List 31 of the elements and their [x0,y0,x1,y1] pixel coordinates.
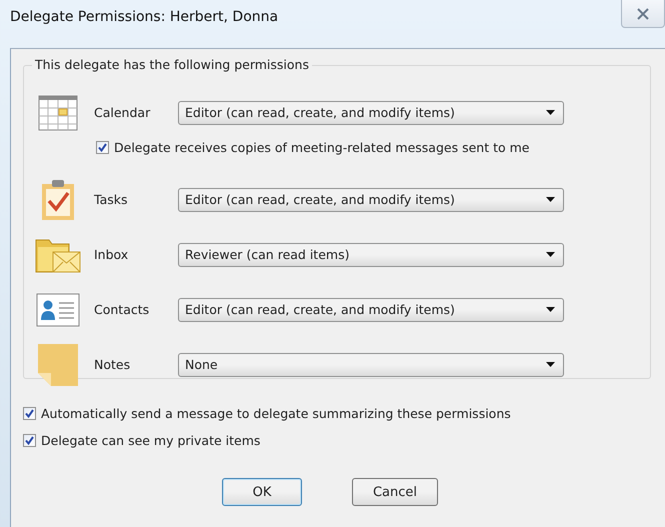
checkbox[interactable] [96,140,109,154]
permission-dropdown[interactable]: Editor (can read, create, and modify items) [178,188,564,212]
dropdown-arrow-icon [546,307,555,312]
checkbox-label: Automatically send a message to delegate summarizing these permissions [41,406,511,420]
folder-label: Inbox [93,247,130,262]
dropdown-arrow-icon [546,252,555,257]
folder-label: Tasks [93,192,128,207]
permission-dropdown[interactable]: Editor (can read, create, and modify items) [178,100,564,124]
permission-dropdown[interactable]: None [178,352,564,376]
close-button[interactable] [621,0,665,28]
dropdown-arrow-icon [546,110,555,115]
checkbox[interactable] [23,406,36,420]
folder-label: Contacts [93,302,150,317]
checkbox-label: Delegate receives copies of meeting-related messages sent to me [114,140,530,154]
checkbox-label: Delegate can see my private items [41,432,260,448]
clipboard-check-icon [41,178,75,220]
group-legend: This delegate has the following permissions [32,57,312,72]
folder-label: Notes [93,357,132,372]
close-icon [636,8,650,20]
contact-card-icon [36,292,80,326]
dropdown-arrow-icon [546,197,555,202]
folder-label: Calendar [93,105,152,120]
dropdown-arrow-icon [546,362,555,367]
note-icon [37,342,79,386]
cancel-button[interactable]: Cancel [352,478,438,506]
permission-dropdown[interactable]: Reviewer (can read items) [178,242,564,266]
permission-dropdown[interactable]: Editor (can read, create, and modify items) [178,298,564,322]
window-title: Delegate Permissions: Herbert, Donna [10,9,278,25]
calendar-icon [38,94,78,130]
checkbox[interactable] [23,434,36,446]
ok-button[interactable]: OK [222,478,302,506]
